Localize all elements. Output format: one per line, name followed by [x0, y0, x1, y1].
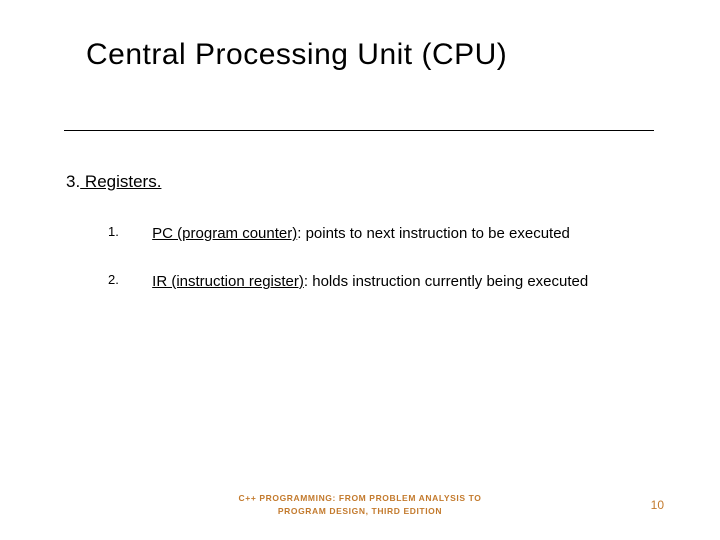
- slide-title: Central Processing Unit (CPU): [86, 38, 507, 72]
- slide: Central Processing Unit (CPU) 3. Registe…: [0, 0, 720, 540]
- item-number: 1.: [108, 224, 148, 241]
- section-number: 3.: [66, 172, 80, 191]
- title-underline: [64, 130, 654, 131]
- item-number: 2.: [108, 272, 148, 289]
- footer-line-2: PROGRAM DESIGN, THIRD EDITION: [0, 506, 720, 516]
- list-item: 2. IR (instruction register): holds inst…: [108, 272, 688, 292]
- item-term: PC (program counter): [152, 225, 297, 242]
- list-item: 1. PC (program counter): points to next …: [108, 224, 688, 244]
- item-body: IR (instruction register): holds instruc…: [152, 273, 588, 290]
- section-label: Registers.: [80, 172, 161, 191]
- item-body: PC (program counter): points to next ins…: [152, 225, 570, 242]
- item-desc: : points to next instruction to be execu…: [297, 225, 570, 242]
- section-heading: 3. Registers.: [66, 172, 161, 192]
- page-number: 10: [651, 498, 664, 512]
- item-term: IR (instruction register): [152, 273, 304, 290]
- item-desc: : holds instruction currently being exec…: [304, 273, 588, 290]
- footer-line-1: C++ PROGRAMMING: FROM PROBLEM ANALYSIS T…: [0, 493, 720, 503]
